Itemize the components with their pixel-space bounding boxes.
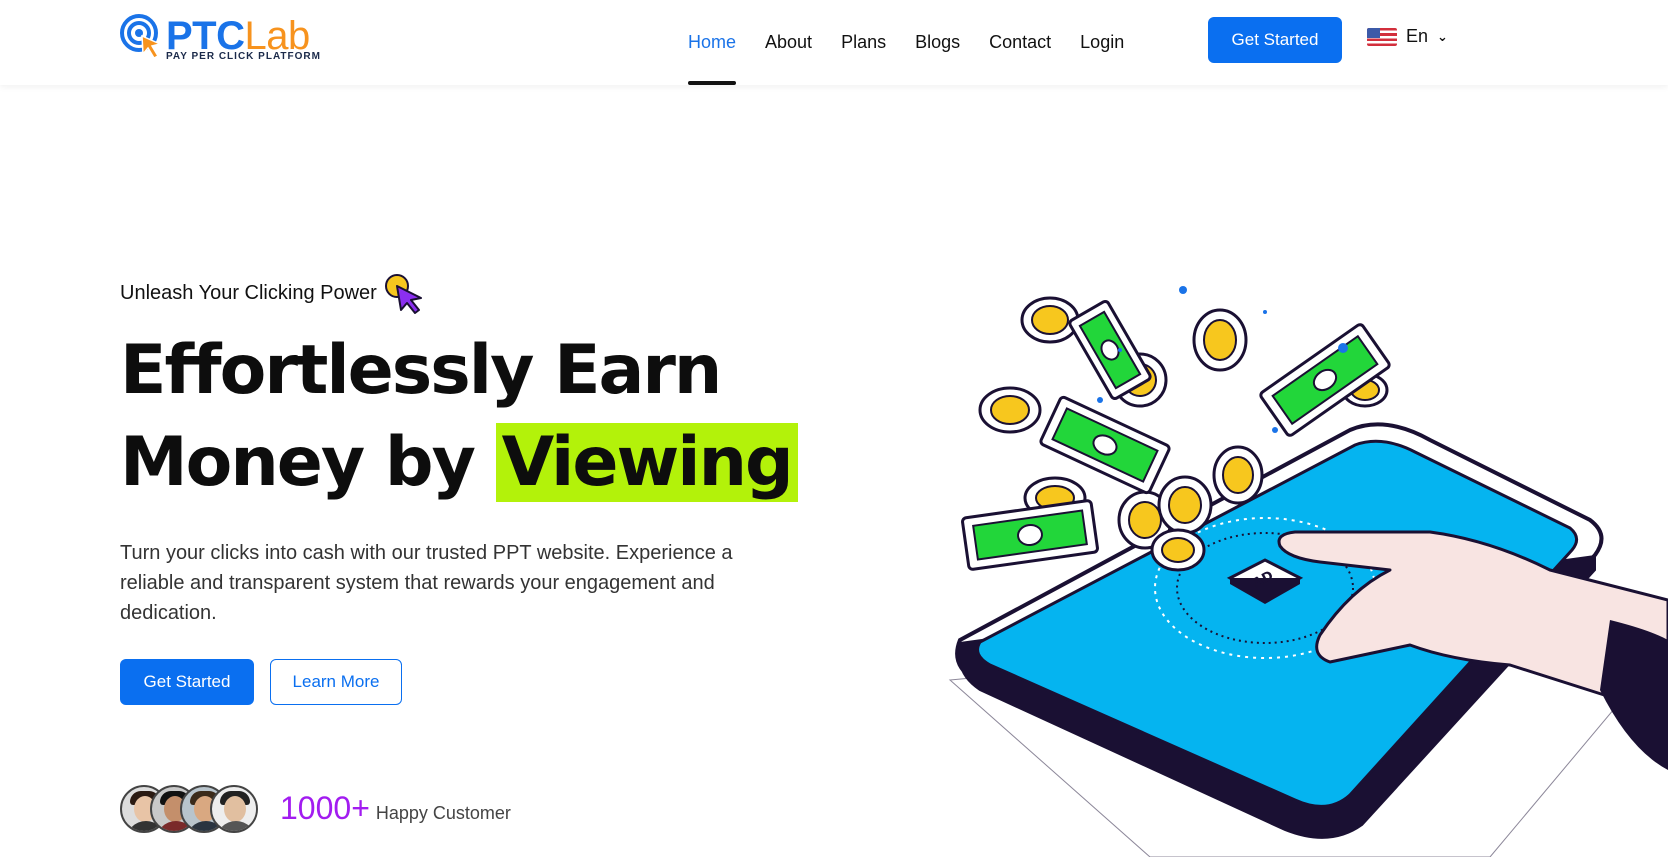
nav-login[interactable]: Login: [1080, 0, 1124, 85]
avatar: [210, 785, 258, 833]
target-cursor-icon: [120, 14, 163, 59]
click-cursor-icon: [384, 274, 422, 314]
main-nav: Home About Plans Blogs Contact Login: [688, 0, 1153, 85]
learn-more-button[interactable]: Learn More: [270, 659, 402, 705]
customers-count: 1000+: [280, 790, 370, 826]
hero-description: Turn your clicks into cash with our trus…: [120, 542, 733, 624]
chevron-down-icon: ⌄: [1437, 28, 1448, 44]
nav-home[interactable]: Home: [688, 0, 737, 85]
ptclab-logo[interactable]: PTCLab PAY PER CLICK PLATFORM: [120, 14, 330, 66]
customer-avatars: [120, 785, 258, 833]
hero-illustration: AD: [948, 286, 1668, 857]
header-get-started-button[interactable]: Get Started: [1208, 17, 1342, 63]
nav-about[interactable]: About: [765, 0, 812, 85]
us-flag-icon: [1367, 27, 1397, 46]
headline-line-1: Effortlessly Earn: [120, 331, 722, 410]
nav-blogs[interactable]: Blogs: [915, 0, 960, 85]
nav-contact[interactable]: Contact: [989, 0, 1051, 85]
logo-tagline: PAY PER CLICK PLATFORM: [166, 51, 321, 62]
happy-customers: 1000+ Happy Customer: [280, 790, 511, 827]
hero-tagline: Unleash Your Clicking Power: [120, 272, 425, 314]
nav-plans[interactable]: Plans: [841, 0, 886, 85]
headline-line-2-prefix: Money by: [120, 423, 476, 502]
language-selector[interactable]: En ⌄: [1367, 26, 1448, 47]
hero-get-started-button[interactable]: Get Started: [120, 659, 254, 705]
hero-tagline-text: Unleash Your Clicking Power: [120, 281, 377, 304]
headline-highlight: Viewing: [495, 423, 798, 502]
hero-headline: Effortlessly Earn Money by Viewing: [120, 325, 798, 509]
customers-label: Happy Customer: [375, 803, 511, 823]
headline-line-2: Money by Viewing: [120, 417, 798, 509]
site-header: PTCLab PAY PER CLICK PLATFORM Home About…: [0, 0, 1668, 85]
language-label: En: [1406, 26, 1429, 46]
